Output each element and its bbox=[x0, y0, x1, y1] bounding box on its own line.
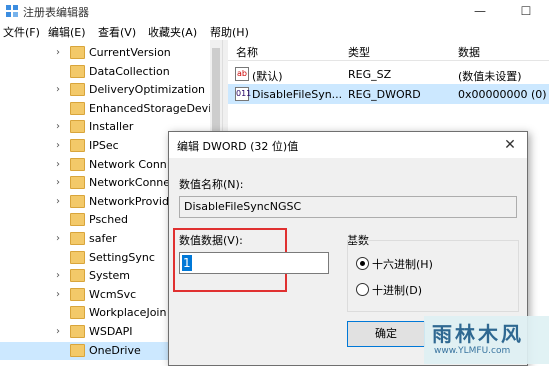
tree-item-label: SettingSync bbox=[89, 250, 155, 264]
tree-item-label: Installer bbox=[89, 120, 134, 134]
chevron-right-icon[interactable]: › bbox=[56, 159, 66, 171]
tree-item-label: WcmSvc bbox=[89, 287, 137, 301]
close-icon[interactable]: ✕ bbox=[501, 136, 519, 154]
minimize-button[interactable]: — bbox=[457, 0, 503, 22]
chevron-right-icon[interactable] bbox=[56, 66, 66, 78]
chevron-right-icon[interactable] bbox=[56, 103, 66, 115]
folder-icon bbox=[70, 120, 85, 134]
tree-item-label: WSDAPI bbox=[89, 325, 133, 338]
chevron-right-icon[interactable]: › bbox=[56, 84, 66, 96]
folder-icon bbox=[70, 46, 85, 59]
tree-item-label: NetworkProvid bbox=[89, 194, 169, 208]
folder-icon bbox=[70, 306, 85, 320]
menu-bar: 文件(F) 编辑(E) 查看(V) 收藏夹(A) 帮助(H) bbox=[0, 22, 549, 40]
chevron-right-icon[interactable]: › bbox=[56, 270, 66, 282]
tree-item[interactable]: › CurrentVersion bbox=[0, 44, 222, 62]
tree-item-label: System bbox=[89, 269, 131, 283]
folder-icon bbox=[70, 232, 85, 245]
value-name: DisableFileSyn... bbox=[252, 88, 343, 101]
value-data: (数值未设置) bbox=[458, 70, 522, 83]
chevron-right-icon[interactable] bbox=[56, 214, 66, 226]
tree-item[interactable]: › DeliveryOptimization bbox=[0, 81, 222, 99]
value-row[interactable]: ab (默认) REG_SZ (数值未设置) bbox=[228, 64, 549, 84]
tree-item-label: OneDrive bbox=[89, 343, 141, 357]
value-name: (默认) bbox=[252, 70, 283, 83]
value-name-field: DisableFileSyncNGSC bbox=[179, 196, 517, 218]
tree-item-label: EnhancedStorageDevi bbox=[89, 101, 212, 115]
folder-icon bbox=[70, 101, 85, 115]
folder-icon bbox=[70, 269, 85, 283]
chevron-right-icon[interactable]: › bbox=[56, 47, 66, 59]
window-title: 注册表编辑器 bbox=[23, 6, 89, 19]
tree-item-label: Network Conn bbox=[89, 157, 167, 171]
folder-icon bbox=[70, 325, 85, 338]
ok-button[interactable]: 确定 bbox=[347, 321, 425, 347]
radio-hex-label[interactable]: 十六进制(H) bbox=[372, 256, 433, 272]
tree-item-label: NetworkConne bbox=[89, 176, 171, 190]
menu-favorites[interactable]: 收藏夹(A) bbox=[148, 24, 197, 40]
list-header: 名称 类型 数据 bbox=[228, 40, 549, 61]
string-value-icon: ab bbox=[235, 67, 249, 81]
watermark-logo: 雨林木风 www.YLMFU.com bbox=[424, 316, 549, 364]
tree-item-label: DeliveryOptimization bbox=[89, 83, 206, 97]
chevron-right-icon[interactable]: › bbox=[56, 121, 66, 133]
radio-hex-dot bbox=[360, 261, 365, 266]
value-data-text[interactable]: 1 bbox=[182, 255, 192, 271]
maximize-button[interactable]: ☐ bbox=[503, 0, 549, 22]
chevron-right-icon[interactable]: › bbox=[56, 177, 66, 189]
folder-icon bbox=[70, 250, 85, 264]
chevron-right-icon[interactable]: › bbox=[56, 196, 66, 208]
chevron-right-icon[interactable] bbox=[56, 307, 66, 319]
folder-icon bbox=[70, 287, 85, 301]
menu-edit[interactable]: 编辑(E) bbox=[48, 24, 86, 40]
tree-item-label: Psched bbox=[89, 213, 128, 227]
folder-icon bbox=[70, 83, 85, 97]
tree-item-label: DataCollection bbox=[89, 64, 170, 78]
folder-icon bbox=[70, 194, 85, 208]
value-name-label: 数值名称(N): bbox=[179, 178, 244, 191]
folder-icon bbox=[70, 343, 85, 357]
column-header-data[interactable]: 数据 bbox=[458, 44, 480, 60]
tree-item[interactable]: EnhancedStorageDevi bbox=[0, 100, 222, 118]
regedit-app-icon bbox=[6, 5, 18, 17]
base-radio-group: 十六进制(H) 十进制(D) bbox=[347, 240, 519, 312]
value-type: REG_SZ bbox=[348, 68, 392, 81]
watermark-url: www.YLMFU.com bbox=[434, 346, 511, 356]
binary-value-icon: 011 bbox=[235, 87, 251, 101]
menu-file[interactable]: 文件(F) bbox=[3, 24, 40, 40]
chevron-right-icon[interactable]: › bbox=[56, 326, 66, 338]
chevron-right-icon[interactable]: › bbox=[56, 140, 66, 152]
value-data: 0x00000000 (0) bbox=[458, 88, 547, 101]
folder-icon bbox=[70, 139, 85, 152]
dialog-title: 编辑 DWORD (32 位)值 bbox=[177, 140, 299, 153]
chevron-right-icon[interactable] bbox=[56, 345, 66, 357]
dialog-title-bar: 编辑 DWORD (32 位)值 ✕ bbox=[169, 132, 527, 158]
menu-view[interactable]: 查看(V) bbox=[98, 24, 136, 40]
tree-item-label: WorkplaceJoin bbox=[89, 306, 167, 320]
chevron-right-icon[interactable]: › bbox=[56, 233, 66, 245]
value-type: REG_DWORD bbox=[348, 88, 421, 101]
folder-icon bbox=[70, 176, 85, 190]
value-row[interactable]: 011 DisableFileSyn... REG_DWORD 0x00000000 … bbox=[228, 84, 549, 104]
watermark-main-text: 雨林木风 bbox=[432, 322, 524, 346]
folder-icon bbox=[70, 157, 85, 171]
folder-icon bbox=[70, 64, 85, 78]
radio-hex[interactable] bbox=[356, 257, 369, 270]
folder-icon bbox=[70, 213, 85, 227]
radio-dec-label[interactable]: 十进制(D) bbox=[372, 282, 422, 298]
column-header-name[interactable]: 名称 bbox=[236, 44, 258, 60]
tree-item-label: safer bbox=[89, 232, 117, 245]
value-data-input[interactable]: 1 bbox=[179, 252, 329, 274]
chevron-right-icon[interactable] bbox=[56, 252, 66, 264]
tree-item[interactable]: DataCollection bbox=[0, 63, 222, 81]
tree-item-label: CurrentVersion bbox=[89, 46, 171, 59]
tree-item-label: IPSec bbox=[89, 139, 119, 152]
menu-help[interactable]: 帮助(H) bbox=[210, 24, 249, 40]
chevron-right-icon[interactable]: › bbox=[56, 289, 66, 301]
column-header-type[interactable]: 类型 bbox=[348, 44, 370, 60]
title-bar: 注册表编辑器 — ☐ bbox=[0, 0, 549, 22]
value-name-text: DisableFileSyncNGSC bbox=[184, 200, 302, 213]
value-data-label: 数值数据(V): bbox=[179, 234, 243, 247]
radio-dec[interactable] bbox=[356, 283, 369, 296]
